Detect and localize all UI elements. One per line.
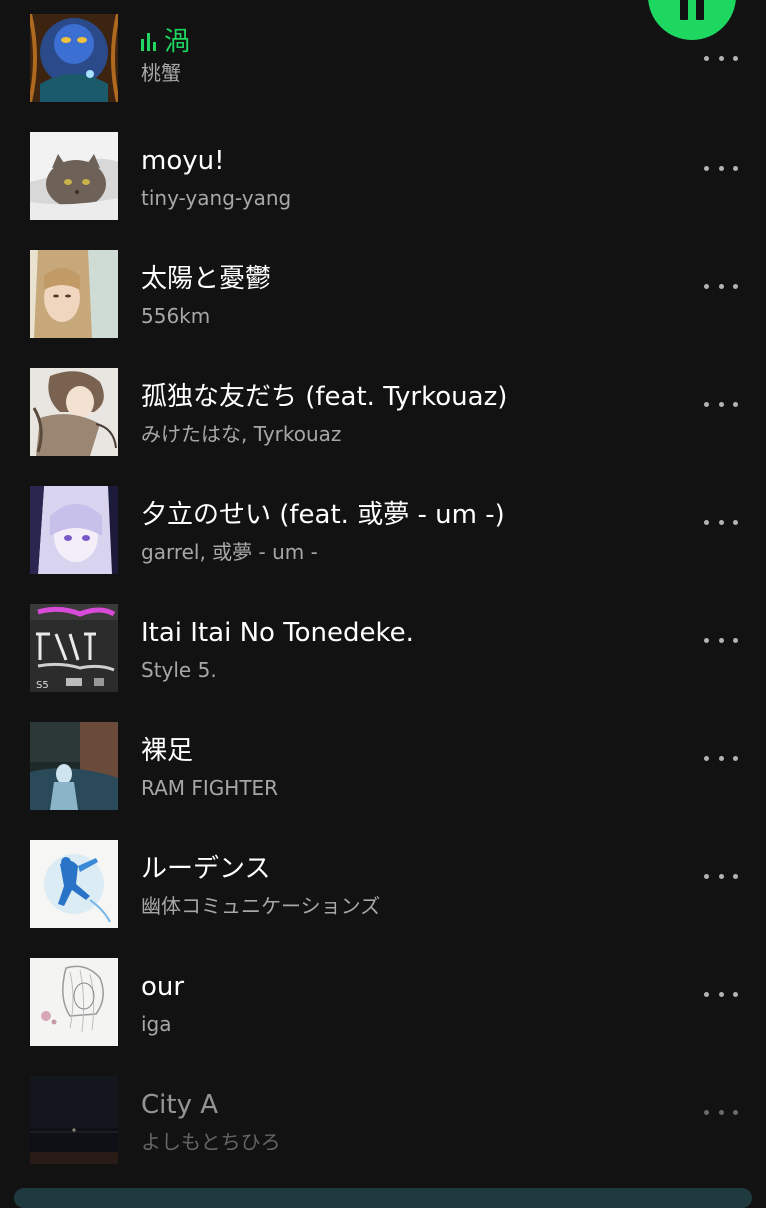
track-title: 孤独な友だち (feat. Tyrkouaz) xyxy=(141,382,508,412)
album-cover-blue-fantasy xyxy=(30,14,118,102)
more-options-icon[interactable] xyxy=(704,48,738,68)
track-title: moyu! xyxy=(141,146,225,176)
track-row[interactable]: our iga xyxy=(0,944,766,1062)
track-row[interactable]: moyu! tiny-yang-yang xyxy=(0,118,766,236)
track-artist[interactable]: 桃蟹 xyxy=(141,60,181,86)
track-artist[interactable]: RAM FIGHTER xyxy=(141,775,278,801)
track-artist[interactable]: よしもとちひろ xyxy=(141,1129,281,1155)
album-cover-anime-girl xyxy=(30,486,118,574)
album-cover-night-city xyxy=(30,1076,118,1164)
track-artist[interactable]: 幽体コミュニケーションズ xyxy=(141,893,380,919)
track-artist[interactable]: みけたはな, Tyrkouaz xyxy=(141,421,341,447)
track-row[interactable]: 孤独な友だち (feat. Tyrkouaz) みけたはな, Tyrkouaz xyxy=(0,354,766,472)
more-options-icon[interactable] xyxy=(704,984,738,1004)
track-title-text: 渦 xyxy=(164,27,191,57)
now-playing-equalizer-icon xyxy=(141,33,156,51)
album-cover-portrait xyxy=(30,250,118,338)
track-row[interactable]: S5 Itai Itai No Tonedeke. Style 5. xyxy=(0,590,766,708)
album-cover-dark-photo xyxy=(30,722,118,810)
more-options-icon[interactable] xyxy=(704,276,738,296)
track-title: 裸足 xyxy=(141,736,194,766)
album-cover-blue-figure xyxy=(30,840,118,928)
track-title: 渦 xyxy=(141,26,190,58)
track-row[interactable]: 渦 桃蟹 xyxy=(0,0,766,118)
more-options-icon[interactable] xyxy=(704,158,738,178)
album-cover-cat xyxy=(30,132,118,220)
track-row[interactable]: City A よしもとちひろ xyxy=(0,1062,766,1180)
track-artist[interactable]: Style 5. xyxy=(141,657,217,683)
track-row[interactable]: ルーデンス 幽体コミュニケーションズ xyxy=(0,826,766,944)
track-artist[interactable]: iga xyxy=(141,1011,172,1037)
album-cover-graffiti: S5 xyxy=(30,604,118,692)
track-row[interactable]: 太陽と憂鬱 556km xyxy=(0,236,766,354)
svg-text:S5: S5 xyxy=(36,680,49,691)
track-artist[interactable]: tiny-yang-yang xyxy=(141,185,291,211)
more-options-icon[interactable] xyxy=(704,512,738,532)
track-row[interactable]: 夕立のせい (feat. 或夢 - um -) garrel, 或夢 - um … xyxy=(0,472,766,590)
more-options-icon[interactable] xyxy=(704,866,738,886)
more-options-icon[interactable] xyxy=(704,394,738,414)
more-options-icon[interactable] xyxy=(704,1102,738,1122)
album-cover-sketch xyxy=(30,958,118,1046)
album-cover-illustration xyxy=(30,368,118,456)
track-artist[interactable]: 556km xyxy=(141,303,210,329)
track-artist[interactable]: garrel, 或夢 - um - xyxy=(141,539,318,565)
track-row[interactable]: 裸足 RAM FIGHTER xyxy=(0,708,766,826)
mini-player-bar[interactable] xyxy=(14,1188,752,1208)
more-options-icon[interactable] xyxy=(704,630,738,650)
track-title: ルーデンス xyxy=(141,854,271,884)
track-title: 夕立のせい (feat. 或夢 - um -) xyxy=(141,500,505,530)
track-title: Itai Itai No Tonedeke. xyxy=(141,618,414,648)
track-title: City A xyxy=(141,1090,219,1120)
track-title: our xyxy=(141,972,185,1002)
track-title: 太陽と憂鬱 xyxy=(141,264,272,294)
more-options-icon[interactable] xyxy=(704,748,738,768)
